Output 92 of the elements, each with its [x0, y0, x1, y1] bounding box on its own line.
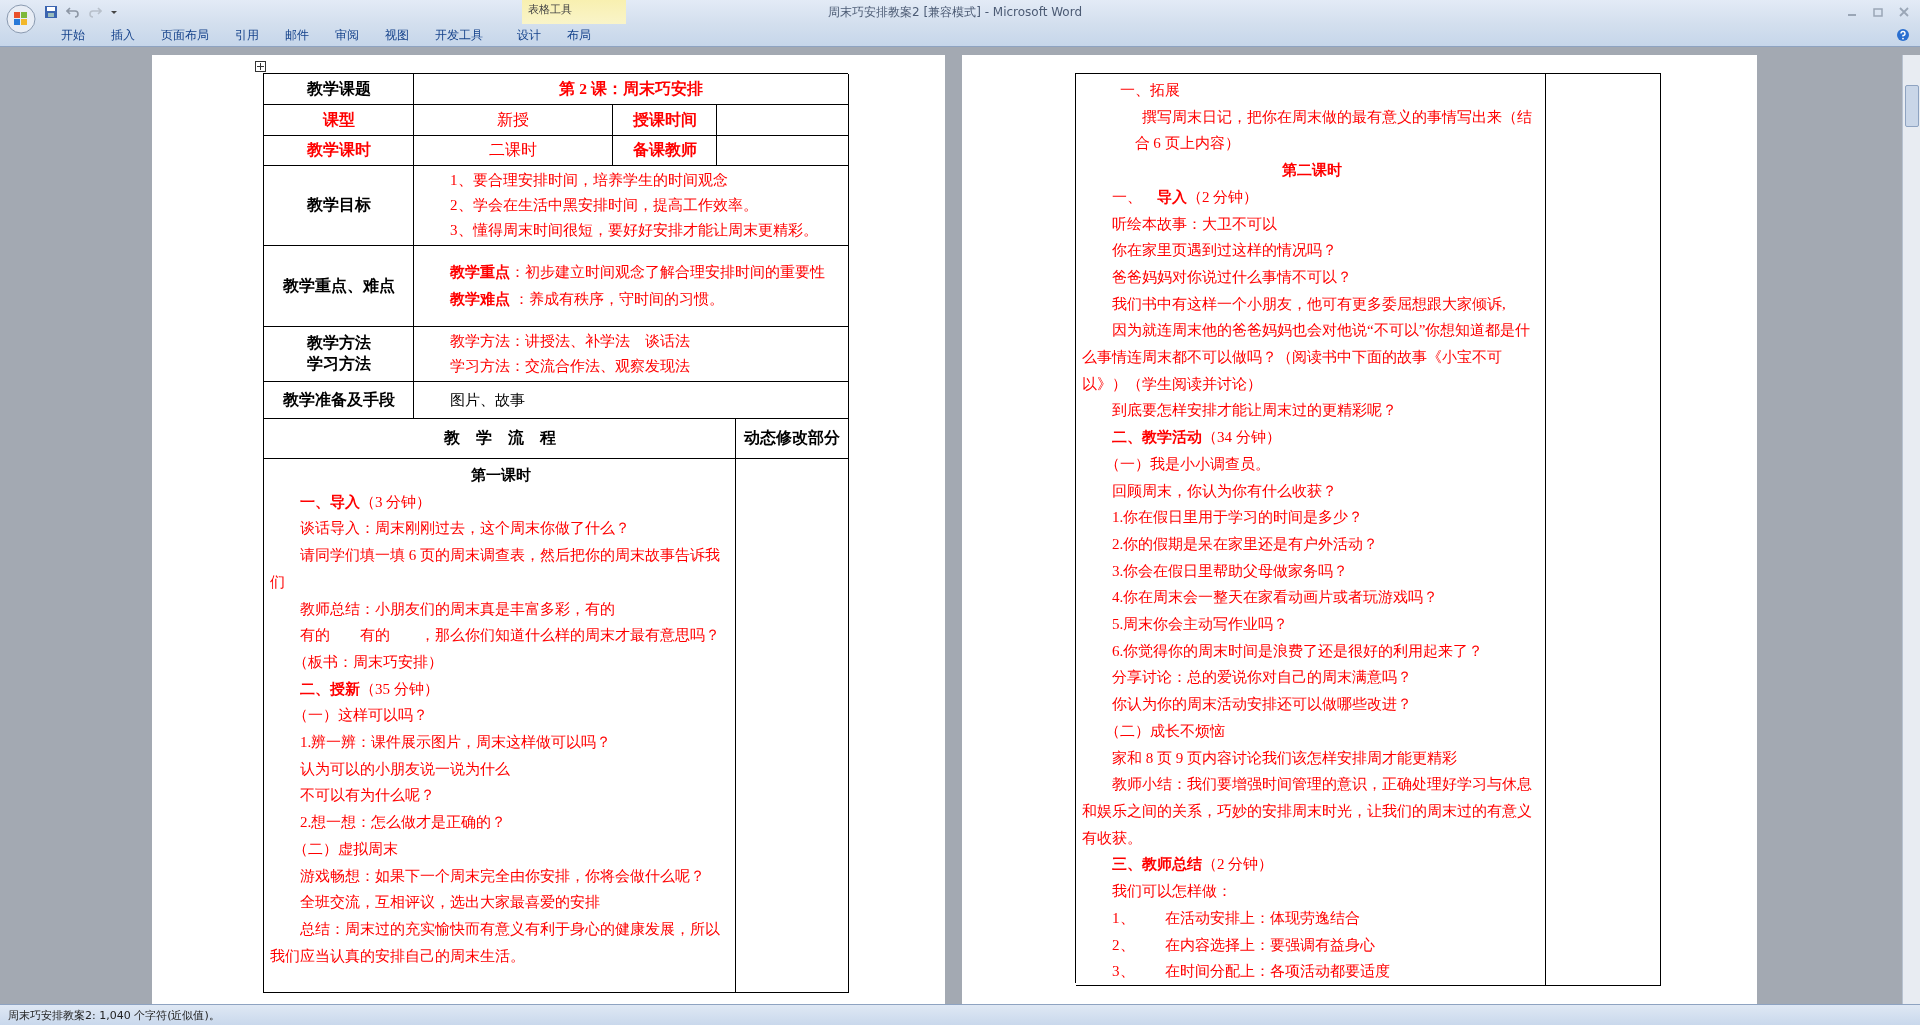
table-move-handle-icon[interactable] — [255, 61, 266, 72]
ribbon-tab[interactable]: 邮件 — [272, 24, 322, 46]
lesson-text: 2.想一想：怎么做才是正确的？ — [299, 813, 508, 833]
table-cell-text: 二课时 — [489, 140, 537, 160]
lesson-text: 5.周末你会主动写作业吗？ — [1111, 615, 1290, 635]
lesson-text: 1.你在假日里用于学习的时间是多少？ — [1111, 508, 1365, 528]
table-cell-text: 课型 — [322, 109, 355, 130]
lesson-text: （二）成长不烦恼 — [1103, 721, 1226, 741]
ribbon-tab[interactable]: 开发工具 — [422, 24, 496, 46]
table-cell-text: 教学课时 — [306, 140, 371, 160]
table-cell-text: 图片、故事 — [450, 390, 525, 410]
lesson-text: 我们书中有这样一个小朋友，他可有更多委屈想跟大家倾诉, — [1111, 294, 1507, 314]
lesson-text: 爸爸妈妈对你说过什么事情不可以？ — [1111, 267, 1353, 287]
table-cell-text: 新授 — [497, 109, 529, 130]
lesson-text: 一、拓展 — [1118, 81, 1181, 100]
ribbon-tab[interactable]: 布局 — [554, 24, 604, 46]
ribbon-tab[interactable]: 页面布局 — [148, 24, 222, 46]
vertical-scrollbar[interactable] — [1902, 55, 1920, 1004]
lesson-text: 教师总结：小朋友们的周末真是丰富多彩，有的 — [299, 599, 616, 619]
customize-caret-icon[interactable] — [110, 8, 118, 16]
lesson-text: 第一课时 — [469, 466, 532, 485]
ribbon-tab[interactable]: 审阅 — [322, 24, 372, 46]
lesson-text: 4.你在周末会一整天在家看动画片或者玩游戏吗？ — [1111, 588, 1440, 608]
lesson-text: 撰写周末日记，把你在周末做的最有意义的事情写出来（结合 6 页上内容） — [1133, 107, 1533, 154]
goal-text: 2、学会在生活中黑安排时间，提高工作效率。 — [450, 196, 758, 215]
lesson-text: （一）我是小小调查员。 — [1103, 454, 1271, 474]
table-cell-text: 备课教师 — [632, 140, 697, 160]
lesson-text: 1、 在活动安排上：体现劳逸结合 — [1111, 908, 1361, 928]
lesson-title: 第 2 课：周末巧安排 — [559, 78, 703, 99]
table-cell-text: 学习方法 — [306, 354, 371, 374]
lesson-text: 分享讨论：总的爱说你对自己的周末满意吗？ — [1111, 668, 1413, 688]
lesson-text: 你在家里页遇到过这样的情况吗？ — [1111, 241, 1338, 261]
lesson-text: 一、导入（3 分钟） — [299, 492, 433, 512]
ribbon-tab[interactable]: 开始 — [48, 24, 98, 46]
undo-icon[interactable] — [66, 5, 80, 19]
restore-icon[interactable] — [1872, 6, 1884, 18]
table-cell-text: 教学目标 — [306, 195, 371, 215]
lesson-text: 有的 有的 ，那么你们知道什么样的周末才最有意思吗？ — [299, 626, 721, 646]
lesson-text: 全班交流，互相评议，选出大家最喜爱的安排 — [299, 893, 601, 913]
focus-text: 教学重点：初步建立时间观念了解合理安排时间的重要性 — [450, 263, 825, 282]
goal-text: 1、要合理安排时间，培养学生的时间观念 — [450, 171, 728, 190]
ribbon-tab[interactable]: 插入 — [98, 24, 148, 46]
table-cell-text: 教学准备及手段 — [282, 389, 395, 410]
close-icon[interactable] — [1898, 6, 1910, 18]
lesson-text: 3.你会在假日里帮助父母做家务吗？ — [1111, 561, 1350, 581]
scroll-thumb[interactable] — [1905, 85, 1919, 127]
lesson-text: 请同学们填一填 6 页的周末调查表，然后把你的周末故事告诉我们 — [270, 546, 721, 592]
lesson-text: 三、教师总结（2 分钟） — [1111, 855, 1275, 875]
redo-icon[interactable] — [88, 5, 102, 19]
contextual-group-label: 表格工具 — [528, 2, 572, 17]
method-text: 教学方法：讲授法、补学法 谈话法 — [450, 332, 690, 351]
lesson-text: 3、 在时间分配上：各项活动都要适度 — [1111, 962, 1391, 982]
ribbon-tab[interactable]: 视图 — [372, 24, 422, 46]
lesson-text: 总结：周末过的充实愉快而有意义有利于身心的健康发展，所以我们应当认真的安排自己的周末生活。 — [270, 919, 721, 966]
lesson-text: 到底要怎样安排才能让周末过的更精彩呢？ — [1111, 401, 1398, 421]
lesson-text: （二）虚拟周末 — [291, 839, 399, 859]
lesson-text: 一、 导入（2 分钟） — [1111, 187, 1260, 207]
ribbon-tab[interactable]: 引用 — [222, 24, 272, 46]
lesson-text: 你认为你的周末活动安排还可以做哪些改进？ — [1111, 695, 1413, 715]
column-header: 教 学 流 程 — [443, 428, 556, 448]
lesson-text: 二、授新（35 分钟） — [299, 679, 440, 699]
table-cell-text: 授课时间 — [632, 109, 697, 130]
goal-text: 3、懂得周末时间很短，要好好安排才能让周末更精彩。 — [450, 221, 818, 240]
lesson-text: （板书：周末巧安排） — [291, 652, 444, 672]
save-icon[interactable] — [44, 5, 58, 19]
table-cell-text: 教学课题 — [306, 78, 371, 99]
window-title: 周末巧安排教案2 [兼容模式] - Microsoft Word — [828, 4, 1083, 21]
lesson-text: 第二课时 — [1280, 161, 1343, 181]
lesson-text: 2.你的假期是呆在家里还是有户外活动？ — [1111, 534, 1380, 554]
lesson-text: 1.辨一辨：课件展示图片，周末这样做可以吗？ — [299, 733, 613, 753]
lesson-text: 6.你觉得你的周末时间是浪费了还是很好的利用起来了？ — [1111, 641, 1485, 661]
lesson-text: 不可以有为什么呢？ — [299, 786, 436, 806]
lesson-text: 2、 在内容选择上：要强调有益身心 — [1111, 935, 1376, 955]
lesson-text: 我们可以怎样做： — [1111, 882, 1233, 902]
table-cell-text: 教学重点、难点 — [282, 275, 395, 296]
lesson-text: 认为可以的小朋友说一说为什么 — [299, 759, 511, 779]
help-icon[interactable] — [1896, 28, 1910, 42]
method-text: 学习方法：交流合作法、观察发现法 — [450, 357, 690, 376]
lesson-text: 听绘本故事：大卫不可以 — [1111, 214, 1278, 234]
lesson-text: 回顾周末，你认为你有什么收获？ — [1111, 481, 1338, 501]
lesson-text: 家和 8 页 9 页内容讨论我们该怎样安排周才能更精彩 — [1111, 748, 1458, 768]
lesson-text: 游戏畅想：如果下一个周末完全由你安排，你将会做什么呢？ — [299, 866, 706, 886]
lesson-text: （一）这样可以吗？ — [291, 706, 429, 726]
focus-text: 教学难点 ：养成有秩序，守时间的习惯。 — [450, 290, 724, 309]
status-text: 周末巧安排教案2: 1,040 个字符(近似值)。 — [8, 1007, 220, 1023]
lesson-text: 教师小结：我们要增强时间管理的意识，正确处理好学习与休息和娱乐之间的关系，巧妙的安排周末时光，让我们的周末过的有意义有收获。 — [1082, 775, 1533, 848]
lesson-text: 谈话导入：周末刚刚过去，这个周末你做了什么？ — [299, 519, 631, 539]
table-cell-text: 教学方法 — [306, 333, 371, 353]
ribbon-tab[interactable]: 设计 — [504, 24, 554, 46]
lesson-text: 因为就连周末他的爸爸妈妈也会对他说“不可以”你想知道都是什么事情连周末都不可以做吗？（阅读书中下面的故事《小宝不可以》）（学生阅读并讨论） — [1082, 321, 1532, 394]
column-header: 动态修改部分 — [744, 428, 840, 448]
lesson-text: 二、教学活动（34 分钟） — [1111, 428, 1282, 448]
